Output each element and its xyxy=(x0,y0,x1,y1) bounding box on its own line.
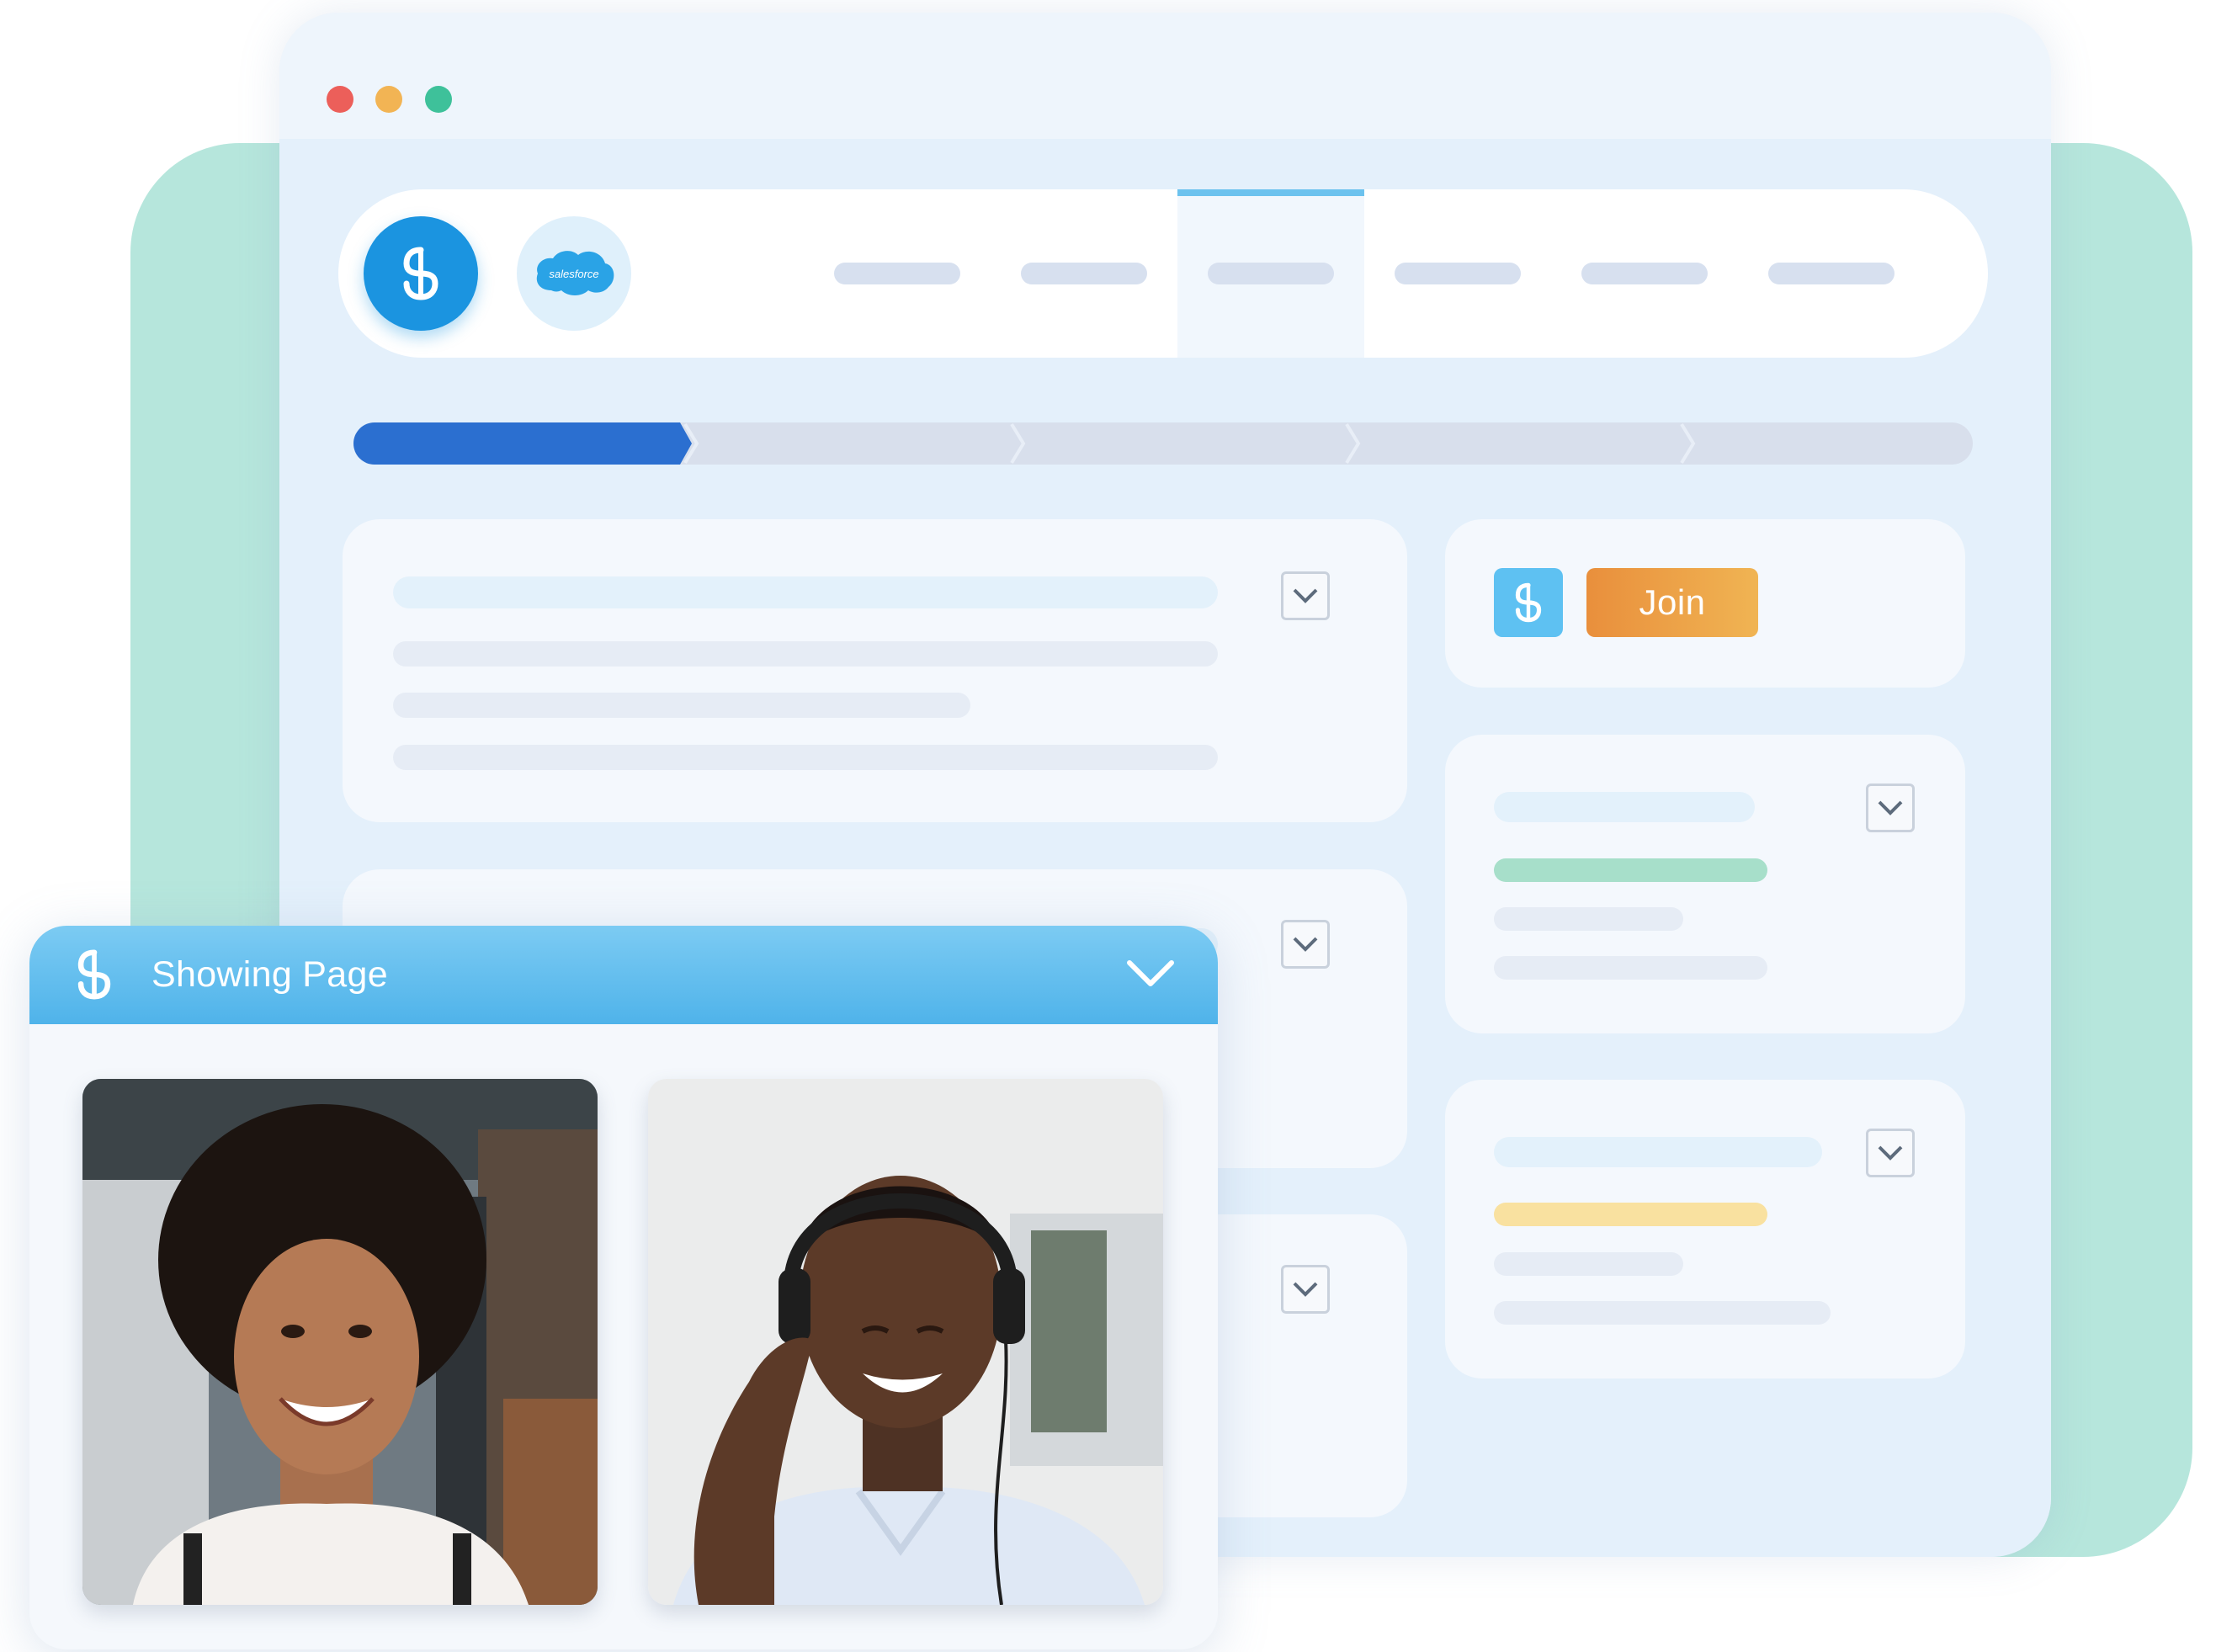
nav-tab-4-label-placeholder xyxy=(1395,263,1521,284)
status-card-2-yellow-bar xyxy=(1494,1203,1767,1226)
chevron-down-icon xyxy=(1878,1145,1903,1161)
nav-tab-2-label-placeholder xyxy=(1021,263,1147,284)
nav-tab-5[interactable] xyxy=(1551,189,1738,358)
join-card: Join xyxy=(1445,519,1965,688)
title-bar xyxy=(279,13,2051,139)
maximize-window-button[interactable] xyxy=(425,86,452,113)
chevron-down-icon xyxy=(1293,937,1318,952)
content-card-1 xyxy=(343,519,1407,822)
chevron-down-icon xyxy=(1293,1282,1318,1297)
card-2-expand-button[interactable] xyxy=(1281,920,1330,969)
status-card-1-line-4 xyxy=(1494,956,1767,980)
participant-woman-video xyxy=(82,1079,598,1605)
status-card-1-green-bar xyxy=(1494,858,1767,882)
app-logo-icon xyxy=(76,949,118,1000)
status-card-2-line-1 xyxy=(1494,1137,1822,1167)
participant-video-tile-2[interactable] xyxy=(648,1079,1163,1605)
salesforce-logo[interactable]: salesforce xyxy=(517,216,631,331)
salesforce-logo-text: salesforce xyxy=(549,268,598,280)
progress-stepper xyxy=(353,422,1973,465)
status-card-1-expand-button[interactable] xyxy=(1866,784,1915,832)
card-1-line-3 xyxy=(393,693,970,718)
participant-man-headset-video xyxy=(648,1079,1163,1605)
minimize-window-button[interactable] xyxy=(375,86,402,113)
status-card-2 xyxy=(1445,1080,1965,1378)
card-1-line-1 xyxy=(393,576,1218,608)
stage: salesforce Join Showing Page xyxy=(0,0,2216,1652)
status-card-2-expand-button[interactable] xyxy=(1866,1129,1915,1177)
nav-tab-5-label-placeholder xyxy=(1581,263,1708,284)
card-3-expand-button[interactable] xyxy=(1281,1265,1330,1314)
nav-tab-6[interactable] xyxy=(1738,189,1925,358)
status-card-1 xyxy=(1445,735,1965,1033)
nav-tab-6-label-placeholder xyxy=(1768,263,1894,284)
chevron-down-icon[interactable] xyxy=(1125,958,1176,991)
app-logo-icon[interactable] xyxy=(364,216,478,331)
card-1-line-2 xyxy=(393,641,1218,667)
nav-tab-3-active[interactable] xyxy=(1177,189,1364,358)
call-panel-header[interactable]: Showing Page xyxy=(29,926,1218,1024)
join-button[interactable]: Join xyxy=(1586,568,1758,637)
chevron-down-icon xyxy=(1293,588,1318,603)
nav-tab-3-label-placeholder xyxy=(1208,263,1334,284)
status-card-1-line-1 xyxy=(1494,792,1755,822)
call-panel-title: Showing Page xyxy=(151,954,388,995)
chevron-down-icon xyxy=(1878,800,1903,815)
app-logo-icon xyxy=(1494,568,1563,637)
nav-tab-1-label-placeholder xyxy=(834,263,960,284)
status-card-2-line-4 xyxy=(1494,1301,1831,1325)
stepper-step-1-active[interactable] xyxy=(353,422,692,465)
video-call-panel: Showing Page xyxy=(29,926,1218,1649)
nav-tab-2[interactable] xyxy=(991,189,1177,358)
nav-tab-1[interactable] xyxy=(804,189,991,358)
top-navbar: salesforce xyxy=(338,189,1988,358)
nav-tab-4[interactable] xyxy=(1364,189,1551,358)
participant-video-tile-1[interactable] xyxy=(82,1079,598,1605)
close-window-button[interactable] xyxy=(327,86,353,113)
card-1-line-4 xyxy=(393,745,1218,770)
status-card-2-line-3 xyxy=(1494,1252,1683,1276)
card-1-expand-button[interactable] xyxy=(1281,571,1330,620)
status-card-1-line-3 xyxy=(1494,907,1683,931)
